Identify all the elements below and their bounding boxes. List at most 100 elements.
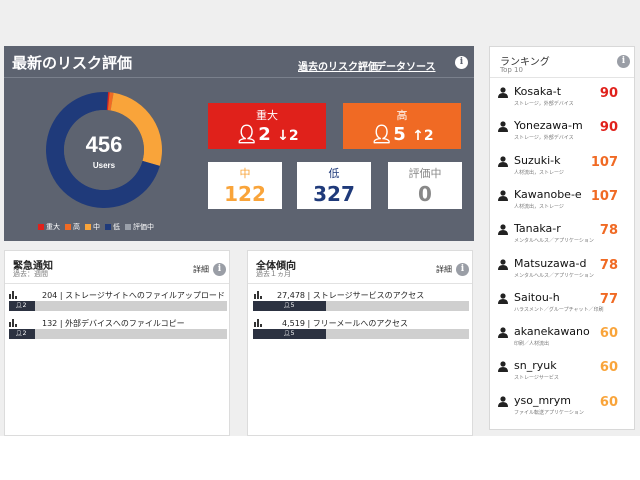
user-icon [498, 224, 508, 236]
urgent-detail-link[interactable]: 詳細 [193, 264, 209, 275]
ranking-score: 78 [599, 257, 618, 273]
trend-row-count-text: 27,478 | ストレージサービスのアクセス [277, 291, 425, 300]
ranking-score: 90 [599, 86, 618, 101]
ranking-divider [490, 77, 634, 78]
legend-swatch [105, 224, 111, 230]
medium-label: 中 [239, 167, 251, 180]
low-label: 低 [328, 167, 340, 180]
medium-stat-box[interactable]: 中 122 [208, 162, 282, 209]
ranking-user-name: Matsuzawa-d [514, 256, 587, 270]
trend-row-bar: 👤︎5 [253, 329, 469, 339]
info-icon[interactable]: i [456, 263, 469, 276]
ranking-user-name: akanekawano [514, 325, 590, 339]
card-divider [5, 283, 229, 284]
ranking-user-name: sn_ryuk [514, 359, 557, 373]
critical-value: 👤︎2 ↓2 [235, 124, 299, 145]
user-icon [498, 258, 508, 270]
urgent-row-bar: 👤︎2 [9, 329, 227, 339]
arrow-up-icon: ↑ [412, 128, 424, 144]
bar-chart-icon [254, 291, 262, 299]
ranking-score: 107 [590, 154, 618, 170]
info-icon[interactable]: i [455, 56, 468, 69]
legend-item-critical: 重大 [38, 222, 60, 232]
card-divider [248, 283, 472, 284]
page-footer-area [0, 436, 640, 480]
ranking-user-name: Kosaka-t [514, 85, 562, 98]
ranking-item[interactable]: Suzuki-k 人材流出，ストレージ 107 [490, 152, 634, 186]
ranking-item[interactable]: Kosaka-t ストレージ，外部デバイス 90 [490, 83, 634, 117]
user-icon: 👤︎ [370, 124, 394, 145]
info-icon[interactable]: i [617, 55, 630, 68]
user-icon [498, 396, 508, 407]
urgent-card-subtitle: 過去：週間 [13, 270, 48, 278]
legend-item-medium: 中 [85, 222, 100, 232]
user-icon: 👤︎ [235, 124, 259, 145]
trend-row-bar: 👤︎5 [253, 301, 469, 311]
ranking-item[interactable]: Matsuzawa-d メンタルヘルス／アプリケーション 78 [490, 255, 634, 289]
ranking-user-desc: 人材流出，ストレージ [514, 169, 564, 176]
user-icon [498, 327, 508, 339]
ranking-user-desc: 人材流出，ストレージ [514, 203, 564, 210]
ranking-user-desc: ファイル転送アプリケーション [514, 409, 584, 416]
data-source-link[interactable]: データソース [376, 58, 436, 73]
ranking-score: 90 [599, 120, 618, 136]
ranking-score: 60 [599, 360, 618, 376]
trend-row-count-text: 4,519 | フリーメールへのアクセス [282, 319, 408, 328]
risk-donut-chart: 456 Users [46, 92, 163, 208]
critical-stat-box[interactable]: 重大 👤︎2 ↓2 [208, 103, 326, 149]
ranking-user-desc: ストレージ，外部デバイス [514, 101, 574, 107]
high-stat-box[interactable]: 高 👤︎5 ↑2 [343, 103, 461, 149]
bar-chart-icon [9, 291, 17, 299]
user-icon: 👤︎ [283, 330, 291, 337]
user-icon [498, 361, 508, 373]
bar-chart-icon [254, 319, 262, 327]
legend-item-high: 高 [65, 222, 80, 232]
ranking-item[interactable]: yso_mrym ファイル転送アプリケーション 60 [490, 392, 634, 426]
ranking-user-desc: 印刷／人材流出 [514, 341, 550, 348]
ranking-panel: ランキング Top 10 i Kosaka-t ストレージ，外部デバイス 90 Yon… [489, 46, 635, 430]
ranking-item[interactable]: akanekawano 印刷／人材流出 60 [490, 323, 634, 357]
bar-fill: 👤︎5 [253, 329, 327, 339]
legend-swatch [125, 224, 131, 230]
ranking-user-desc: ストレージ，外部デバイス [514, 135, 574, 142]
ranking-subtitle: Top 10 [500, 66, 523, 74]
urgent-row-count-text: 204 | ストレージサイトへのファイルアップロード [42, 291, 225, 300]
user-icon: 👤︎ [15, 302, 23, 309]
user-icon [498, 293, 508, 304]
donut-total: 456 [86, 132, 123, 157]
ranking-user-name: yso_mrym [514, 393, 571, 407]
ranking-score: 107 [590, 188, 618, 204]
ranking-item[interactable]: Yonezawa-m ストレージ，外部デバイス 90 [490, 117, 634, 151]
user-icon [498, 121, 508, 133]
urgent-row-bar: 👤︎2 [9, 301, 227, 311]
critical-label: 重大 [256, 109, 278, 122]
ranking-score: 78 [599, 223, 618, 239]
low-value: 327 [313, 182, 355, 206]
high-value: 👤︎5 ↑2 [370, 124, 434, 145]
bar-fill: 👤︎2 [9, 301, 36, 311]
ranking-item[interactable]: Saitou-h ハラスメント／グループチャット／印刷 77 [490, 289, 634, 323]
ranking-score: 77 [599, 291, 618, 307]
low-stat-box[interactable]: 低 327 [297, 162, 371, 209]
evaluating-stat-box[interactable]: 評価中 0 [388, 162, 462, 209]
evaluating-label: 評価中 [408, 167, 442, 180]
user-icon [498, 155, 508, 167]
legend-item-low: 低 [105, 222, 120, 232]
ranking-item[interactable]: Tanaka-r メンタルヘルス／アプリケーション 78 [490, 220, 634, 254]
urgent-notice-card: 緊急通知 過去：週間 詳細 i 204 | ストレージサイトへのファイルアップロ… [4, 250, 230, 436]
ranking-user-desc: メンタルヘルス／アプリケーション [514, 272, 594, 279]
ranking-item[interactable]: sn_ryuk ストレージサービス 60 [490, 357, 634, 391]
urgent-row-count-text: 132 | 外部デバイスへのファイルコピー [42, 319, 185, 328]
donut-total-label: Users [93, 161, 116, 170]
trend-detail-link[interactable]: 詳細 [436, 264, 452, 275]
ranking-score: 60 [599, 394, 618, 410]
arrow-down-icon: ↓ [277, 128, 289, 144]
ranking-user-desc: ハラスメント／グループチャット／印刷 [514, 306, 604, 313]
evaluating-value: 0 [418, 182, 432, 206]
past-assessment-link[interactable]: 過去のリスク評価 [298, 58, 378, 73]
ranking-item[interactable]: Kawanobe-e 人材流出，ストレージ 107 [490, 186, 634, 220]
ranking-user-name: Kawanobe-e [514, 187, 582, 201]
info-icon[interactable]: i [213, 263, 226, 276]
user-icon: 👤︎ [15, 330, 23, 337]
high-label: 高 [396, 109, 408, 122]
